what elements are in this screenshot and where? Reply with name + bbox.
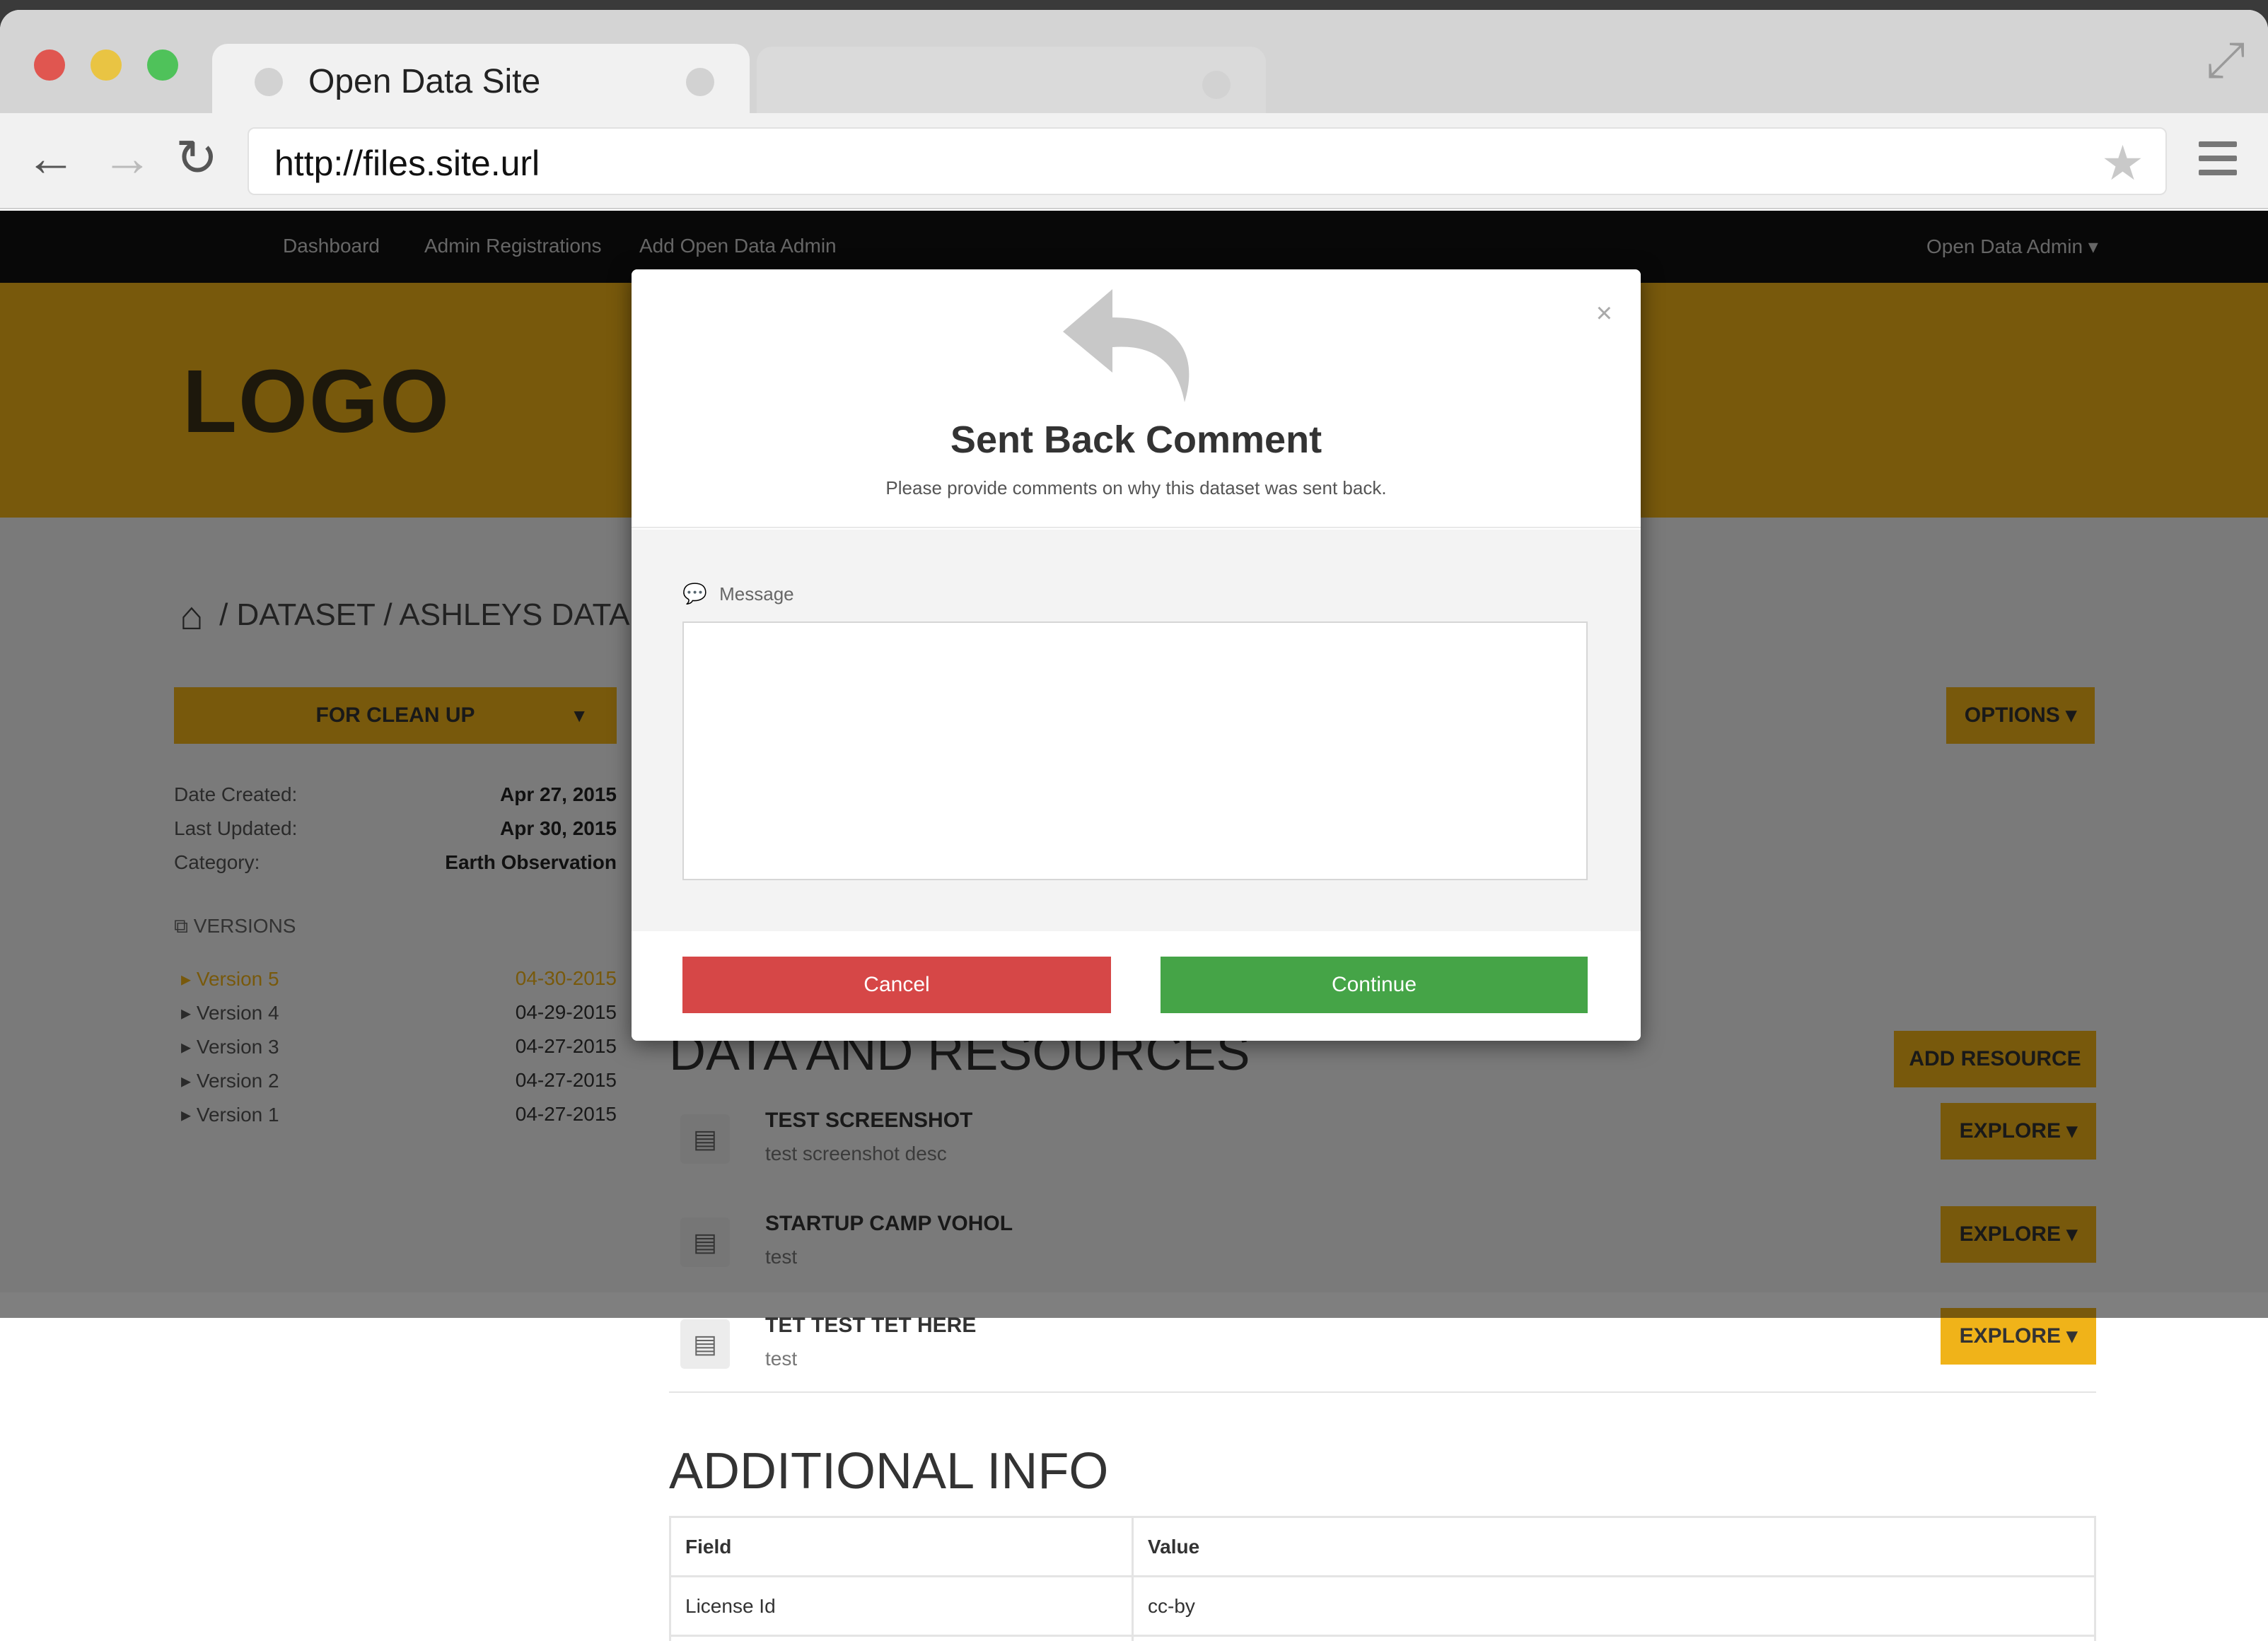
table-row: License Id cc-by [669, 1575, 2096, 1637]
table-header-cell: Field [669, 1516, 1134, 1577]
modal-body: 💬 Message [632, 530, 1641, 931]
comment-bubble-icon: 💬 [682, 583, 707, 605]
minimize-window-button[interactable] [91, 49, 122, 81]
table-cell [669, 1635, 1134, 1641]
table-header-cell: Value [1132, 1516, 2096, 1577]
table-header-row: Field Value [669, 1516, 2096, 1577]
continue-button[interactable]: Continue [1161, 957, 1588, 1013]
table-cell: cc-by [1132, 1575, 2096, 1637]
message-label: 💬 Message [682, 583, 794, 605]
page-content: Dashboard Admin Registrations Add Open D… [0, 211, 2268, 1641]
address-bar[interactable]: http://files.site.url ★ [248, 127, 2167, 195]
bookmark-star-icon[interactable]: ★ [2101, 136, 2144, 192]
modal-header: × Sent Back Comment Please provide comme… [632, 269, 1641, 528]
resource-item: ▤ TET TEST TET HERE test EXPLORE ▾ [669, 1308, 2096, 1393]
close-window-button[interactable] [34, 49, 65, 81]
reload-icon[interactable]: ↻ [175, 130, 218, 187]
back-arrow-icon[interactable]: ← [25, 130, 76, 187]
browser-window: Open Data Site ⤢ ← → ↻ http://files.site… [0, 10, 2268, 1641]
hamburger-menu-icon[interactable] [2199, 141, 2237, 184]
message-textarea[interactable] [682, 621, 1588, 880]
table-cell [1132, 1635, 2096, 1641]
additional-info-table: Field Value License Id cc-by [669, 1516, 2096, 1641]
tab-close-icon[interactable] [686, 68, 714, 96]
fullscreen-icon[interactable]: ⤢ [2206, 31, 2245, 89]
url-text: http://files.site.url [274, 144, 540, 183]
reply-arrow-icon [1063, 289, 1190, 402]
resource-desc: test [765, 1348, 798, 1370]
table-row [669, 1635, 2096, 1641]
browser-tab-new[interactable] [757, 47, 1266, 117]
close-icon[interactable]: × [1596, 298, 1612, 329]
table-cell: License Id [669, 1575, 1134, 1637]
modal-subtitle: Please provide comments on why this data… [885, 477, 1387, 498]
additional-info-heading: ADDITIONAL INFO [669, 1443, 1109, 1500]
cancel-button[interactable]: Cancel [682, 957, 1111, 1013]
maximize-window-button[interactable] [147, 49, 178, 81]
favicon-icon [255, 68, 283, 96]
tab-close-icon[interactable] [1202, 71, 1231, 99]
tab-bar: Open Data Site ⤢ [0, 10, 2268, 117]
file-icon: ▤ [680, 1319, 730, 1369]
modal-title: Sent Back Comment [950, 419, 1322, 461]
modal-footer: Cancel Continue [632, 931, 1641, 1041]
tab-title: Open Data Site [308, 63, 541, 100]
forward-arrow-icon[interactable]: → [102, 130, 153, 187]
browser-tab-active[interactable]: Open Data Site [212, 44, 750, 115]
divider [669, 1391, 2096, 1393]
browser-toolbar: ← → ↻ http://files.site.url ★ [0, 113, 2268, 209]
sent-back-comment-modal: × Sent Back Comment Please provide comme… [632, 269, 1641, 1041]
